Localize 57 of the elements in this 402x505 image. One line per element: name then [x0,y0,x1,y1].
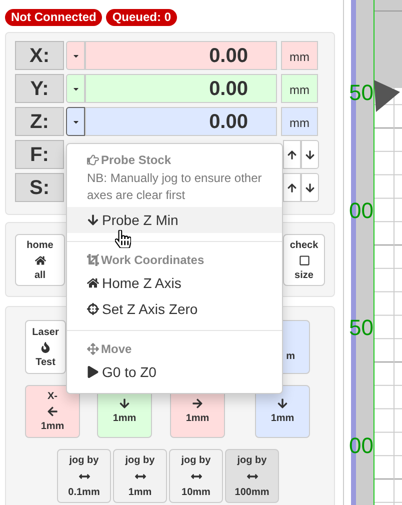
axis-label: X: [15,41,64,70]
menu-item[interactable]: Probe Z Min [67,207,282,233]
up-arrow-icon [287,182,297,192]
down-arrow-icon [277,398,288,409]
axis-tick-label: 50 [349,82,374,104]
position-field[interactable]: 0.00 [85,41,277,70]
crosshair-icon [87,303,99,315]
menu-item[interactable]: Set Z Axis Zero [67,296,282,322]
status-badge: Queued: 0 [106,9,178,26]
home-icon [87,277,99,289]
play-icon [87,366,99,378]
decrease-button[interactable] [301,140,319,169]
unit-label: mm [281,107,318,136]
jog-step-button[interactable]: jog by 0.1mm [57,449,111,503]
decrease-button[interactable] [301,173,319,202]
position-field[interactable]: 0.00 [85,107,277,136]
home-icon [34,254,46,266]
move-icon [87,343,99,355]
jog-step-button[interactable]: jog by 100mm [225,449,279,503]
increase-button[interactable] [283,173,301,202]
caret-button[interactable] [66,107,85,136]
jog-step-button[interactable]: jog by 10mm [169,449,223,503]
menu-header: Move [67,339,282,359]
axis-label: Y: [15,74,64,103]
axis-tick-label: 00 [349,200,374,222]
axis-label: S: [15,173,64,202]
menu-note: NB: Manually jog to ensure other axes are clear first [86,170,263,204]
axis-tick-label: 00 [349,434,374,456]
laser-test-button[interactable]: Laser Test [25,320,66,374]
unit-label: mm [281,41,318,70]
jog-step-button[interactable]: jog by 1mm [113,449,167,503]
check-size-button[interactable]: check size [283,234,325,286]
unit-label: mm [281,74,318,103]
up-arrow-icon [287,150,297,160]
down-arrow-icon [305,182,315,192]
checkbox-icon [298,254,310,266]
crop-icon [87,254,99,266]
menu-header: Probe Stock [67,150,282,170]
axis-label: F: [15,140,64,169]
position-field[interactable]: 0.00 [85,74,277,103]
jog-button[interactable]: 1mm [255,385,310,438]
flame-icon [40,342,51,352]
home-button[interactable]: home all [15,234,65,286]
status-badge: Not Connected [5,9,102,26]
down-arrow-icon [87,214,99,226]
left-arrow-icon [47,406,58,417]
axis-tick-label: 50 [349,317,374,339]
axis-label: Z: [15,107,64,136]
increase-button[interactable] [283,140,301,169]
right-arrow-icon [192,398,203,409]
pointer-cursor-icon [115,230,131,248]
menu-item[interactable]: G0 to Z0 [67,359,282,385]
down-arrow-icon [305,150,315,160]
menu-header: Work Coordinates [67,250,282,270]
pointing-hand-icon [87,154,99,166]
down-arrow-icon [119,398,130,409]
menu-item[interactable]: Home Z Axis [67,270,282,296]
